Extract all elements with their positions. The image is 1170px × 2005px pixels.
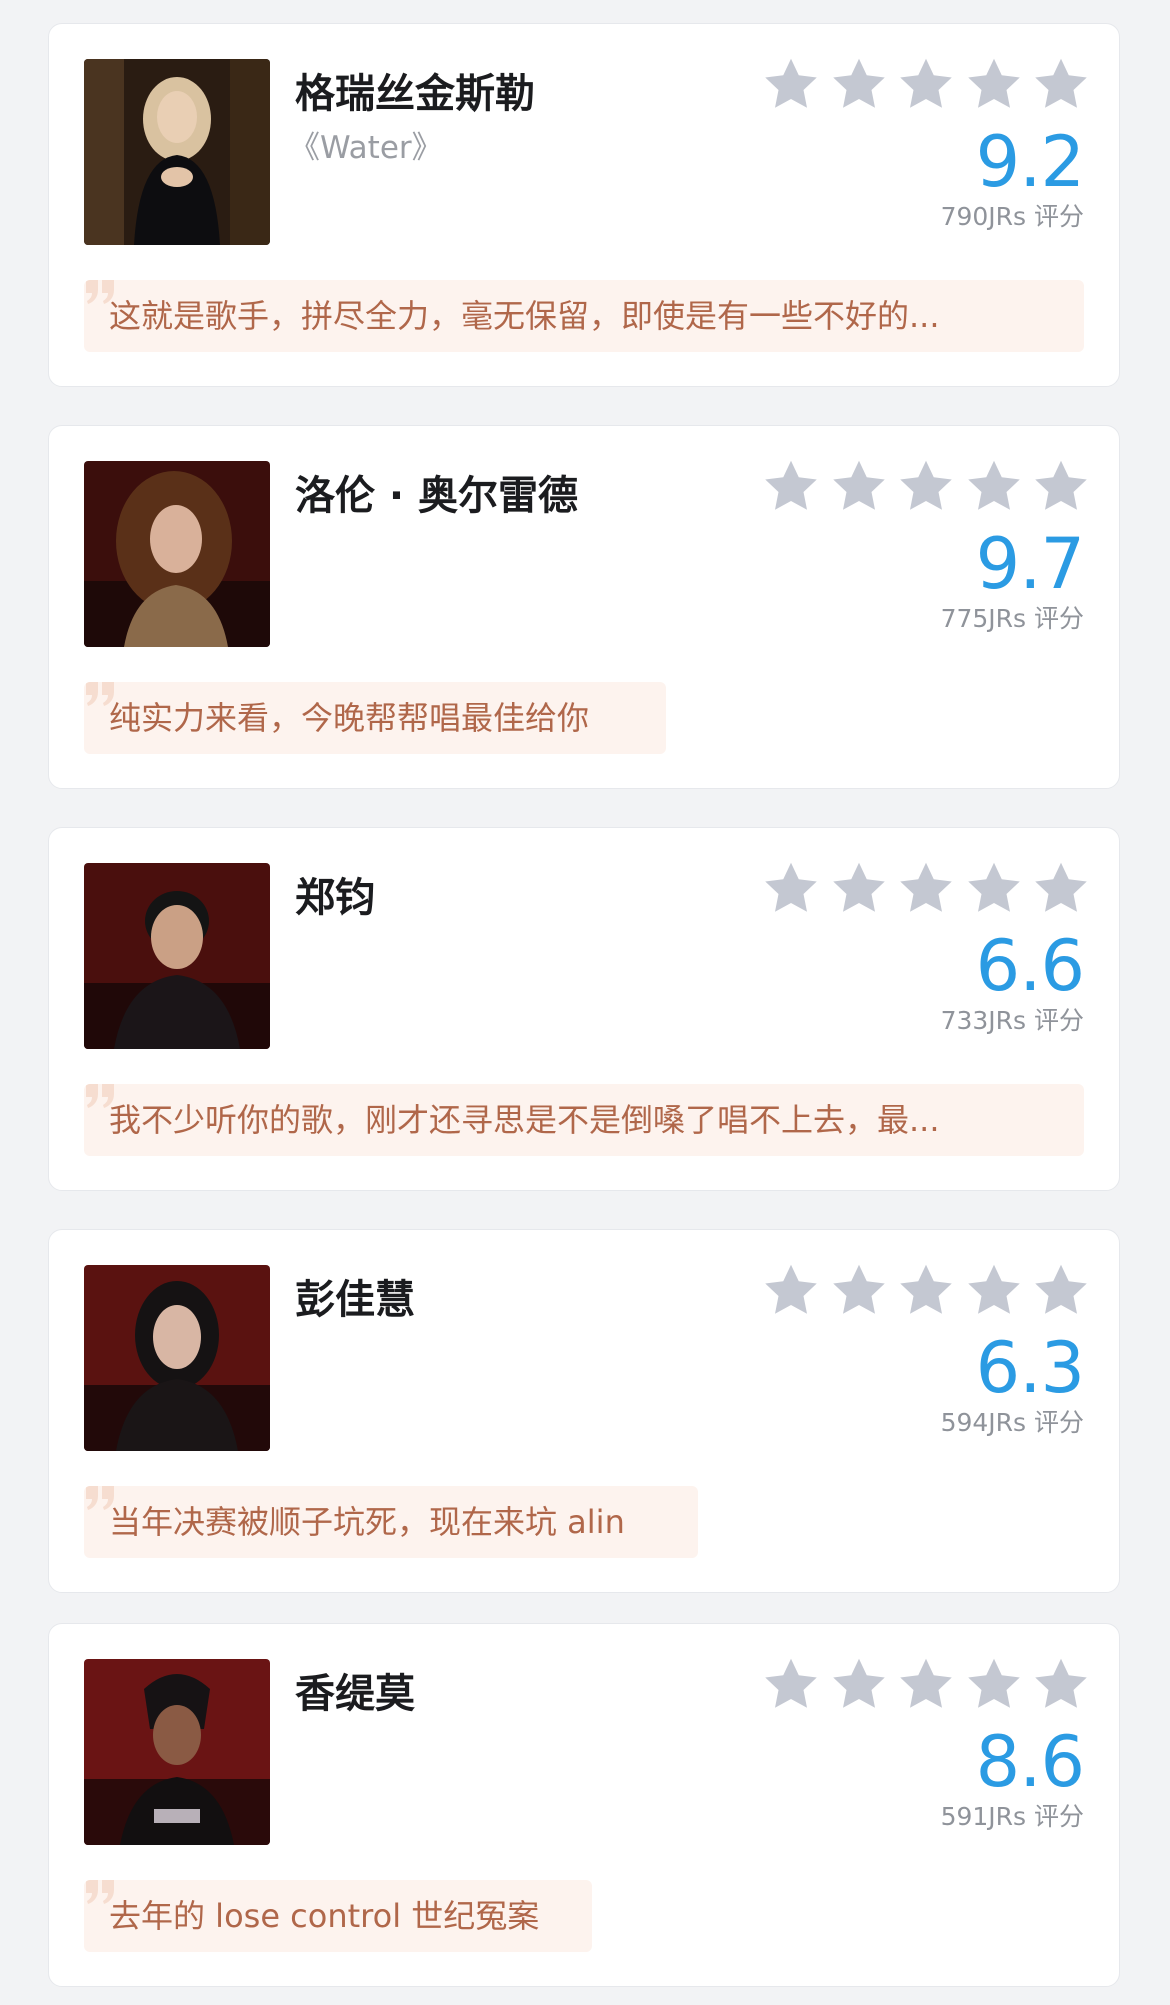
bubble-tail-icon: [96, 752, 120, 754]
bubble-tail-icon: [96, 1154, 120, 1156]
score-value: 6.6: [975, 925, 1085, 1007]
singer-name: 格瑞丝金斯勒: [295, 71, 535, 117]
vote-count: 775JRs 评分: [940, 604, 1084, 633]
star-icon[interactable]: [964, 55, 1024, 115]
singer-avatar[interactable]: [84, 1265, 270, 1451]
star-rating[interactable]: [761, 456, 1091, 518]
vote-count: 594JRs 评分: [940, 1408, 1084, 1437]
singer-card[interactable]: 香缇莫 8.6 591JRs 评分 去年的 lose control 世纪冤案: [48, 1623, 1120, 1987]
score-value: 9.7: [975, 523, 1085, 605]
star-icon[interactable]: [1031, 1261, 1091, 1321]
star-icon[interactable]: [761, 1261, 821, 1321]
singer-avatar[interactable]: [84, 461, 270, 647]
star-icon[interactable]: [896, 1655, 956, 1715]
star-icon[interactable]: [761, 859, 821, 919]
star-icon[interactable]: [829, 55, 889, 115]
rating-list: 格瑞丝金斯勒 《Water》 9.2 790JRs 评分 这就是歌手，拼尽全力，…: [0, 0, 1170, 2005]
top-comment[interactable]: 我不少听你的歌，刚才还寻思是不是倒嗓了唱不上去，最...: [84, 1084, 1084, 1156]
singer-name: 洛伦 · 奥尔雷德: [295, 473, 579, 519]
vote-count: 733JRs 评分: [940, 1006, 1084, 1035]
star-icon[interactable]: [1031, 1655, 1091, 1715]
vote-count: 591JRs 评分: [940, 1802, 1084, 1831]
star-icon[interactable]: [829, 1261, 889, 1321]
bubble-tail-icon: [96, 350, 120, 352]
singer-name: 彭佳慧: [295, 1277, 415, 1323]
star-rating[interactable]: [761, 54, 1091, 116]
comment-text: 去年的 lose control 世纪冤案: [109, 1897, 540, 1935]
star-icon[interactable]: [964, 859, 1024, 919]
singer-name: 郑钧: [295, 875, 375, 921]
song-title: 《Water》: [289, 130, 443, 166]
score-value: 9.2: [975, 121, 1085, 203]
star-rating[interactable]: [761, 858, 1091, 920]
star-icon[interactable]: [829, 859, 889, 919]
top-comment[interactable]: 纯实力来看，今晚帮帮唱最佳给你: [84, 682, 666, 754]
star-icon[interactable]: [1031, 55, 1091, 115]
star-icon[interactable]: [964, 1655, 1024, 1715]
comment-text: 当年决赛被顺子坑死，现在来坑 alin: [109, 1503, 625, 1541]
score-value: 8.6: [975, 1721, 1085, 1803]
bubble-tail-icon: [96, 1556, 120, 1558]
star-icon[interactable]: [964, 457, 1024, 517]
bubble-tail-icon: [96, 1950, 120, 1952]
singer-card[interactable]: 洛伦 · 奥尔雷德 9.7 775JRs 评分 纯实力来看，今晚帮帮唱最佳给你: [48, 425, 1120, 789]
singer-avatar[interactable]: [84, 863, 270, 1049]
comment-text: 纯实力来看，今晚帮帮唱最佳给你: [109, 699, 590, 737]
comment-text: 这就是歌手，拼尽全力，毫无保留，即使是有一些不好的...: [109, 297, 940, 335]
singer-card[interactable]: 彭佳慧 6.3 594JRs 评分 当年决赛被顺子坑死，现在来坑 alin: [48, 1229, 1120, 1593]
top-comment[interactable]: 这就是歌手，拼尽全力，毫无保留，即使是有一些不好的...: [84, 280, 1084, 352]
vote-count: 790JRs 评分: [940, 202, 1084, 231]
star-icon[interactable]: [1031, 457, 1091, 517]
singer-card[interactable]: 郑钧 6.6 733JRs 评分 我不少听你的歌，刚才还寻思是不是倒嗓了唱不上去…: [48, 827, 1120, 1191]
star-icon[interactable]: [964, 1261, 1024, 1321]
top-comment[interactable]: 当年决赛被顺子坑死，现在来坑 alin: [84, 1486, 698, 1558]
star-icon[interactable]: [896, 55, 956, 115]
top-comment[interactable]: 去年的 lose control 世纪冤案: [84, 1880, 592, 1952]
star-rating[interactable]: [761, 1260, 1091, 1322]
star-icon[interactable]: [761, 55, 821, 115]
score-value: 6.3: [975, 1327, 1085, 1409]
star-icon[interactable]: [829, 457, 889, 517]
star-icon[interactable]: [896, 1261, 956, 1321]
star-icon[interactable]: [896, 457, 956, 517]
singer-card[interactable]: 格瑞丝金斯勒 《Water》 9.2 790JRs 评分 这就是歌手，拼尽全力，…: [48, 23, 1120, 387]
star-icon[interactable]: [829, 1655, 889, 1715]
singer-avatar[interactable]: [84, 59, 270, 245]
comment-text: 我不少听你的歌，刚才还寻思是不是倒嗓了唱不上去，最...: [109, 1101, 940, 1139]
star-icon[interactable]: [1031, 859, 1091, 919]
star-icon[interactable]: [896, 859, 956, 919]
star-rating[interactable]: [761, 1654, 1091, 1716]
singer-name: 香缇莫: [295, 1671, 415, 1717]
star-icon[interactable]: [761, 457, 821, 517]
singer-avatar[interactable]: [84, 1659, 270, 1845]
star-icon[interactable]: [761, 1655, 821, 1715]
